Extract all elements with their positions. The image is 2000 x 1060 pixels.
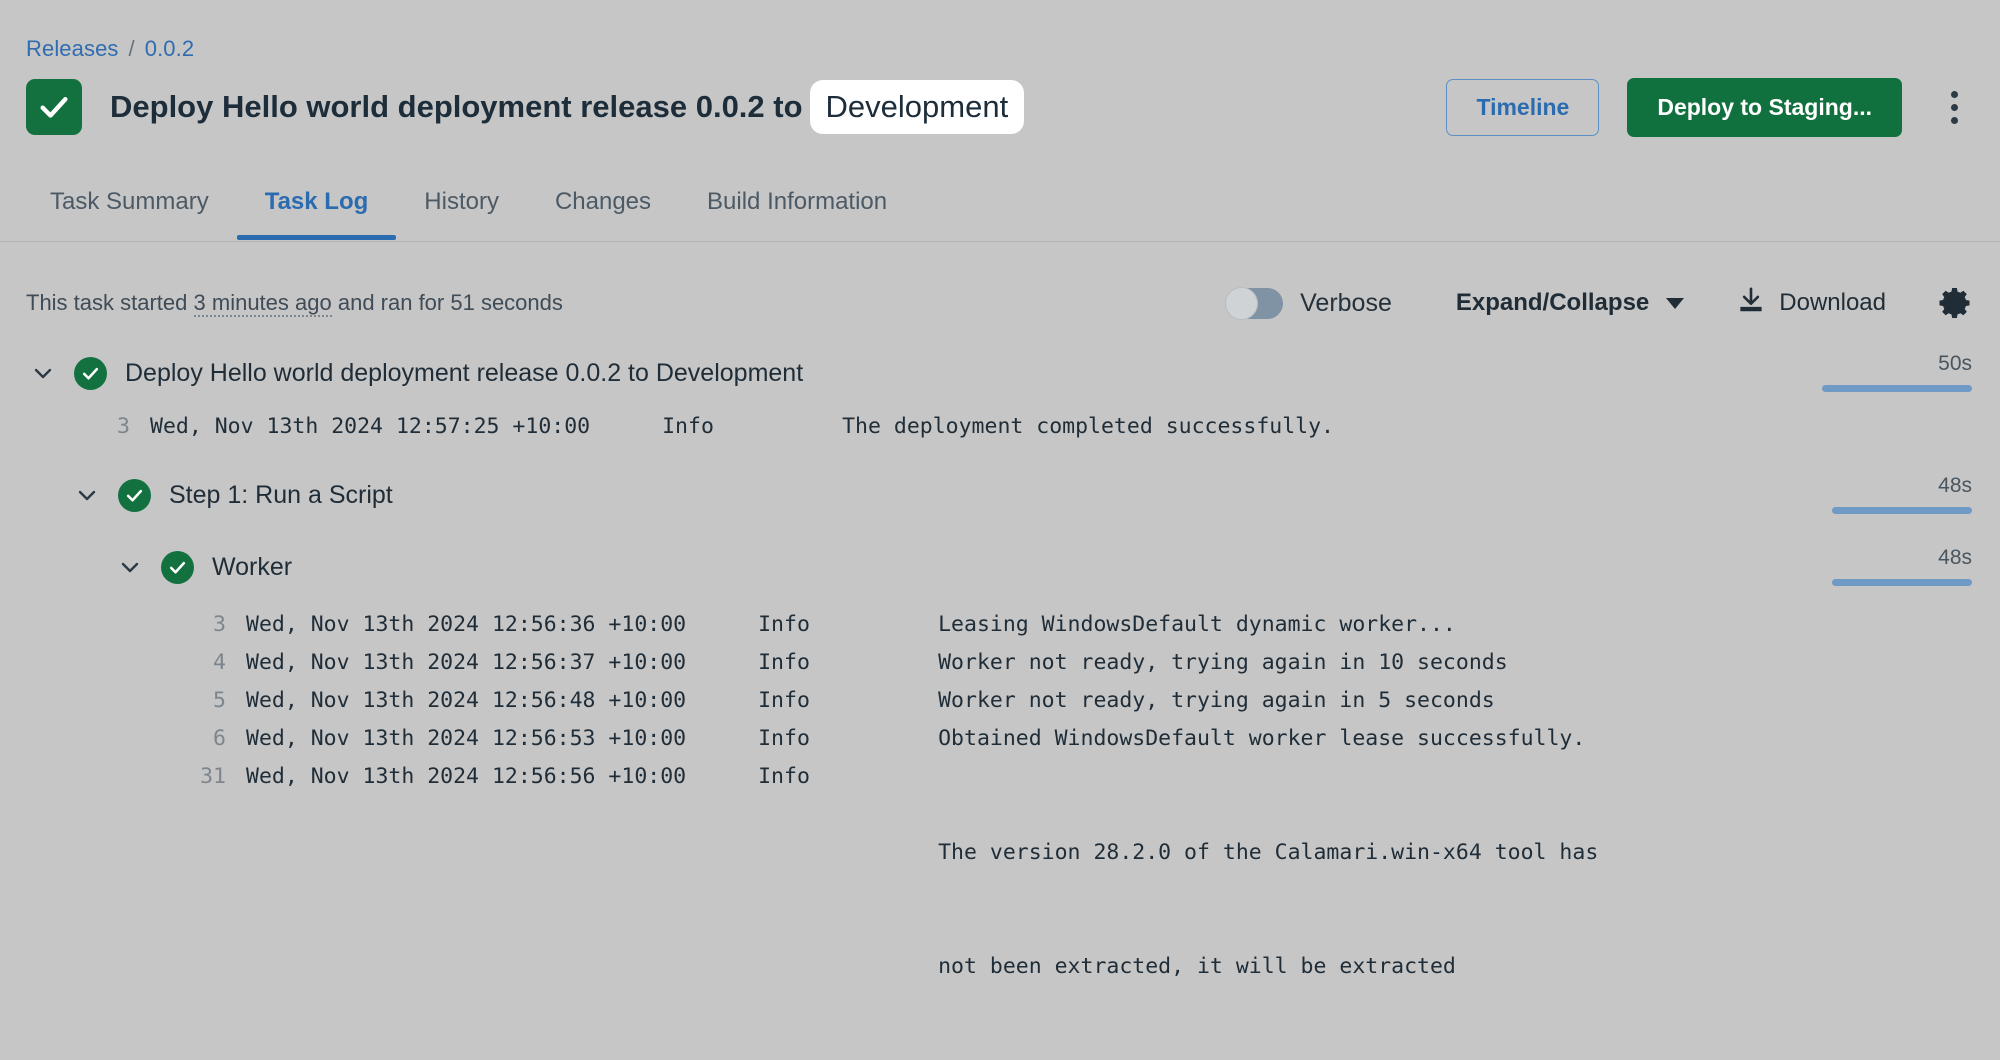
chevron-down-icon[interactable] [70,478,104,512]
log-line: 3 Wed, Nov 13th 2024 12:57:25 +10:00 Inf… [0,408,2000,446]
node-status-success-icon [118,478,151,512]
log-line-level: Info [662,414,714,439]
log-node-root-duration: 50s [1772,350,1972,392]
log-node-step-1-label: Step 1: Run a Script [169,480,393,509]
task-meta-prefix: This task started [26,290,188,315]
tab-bar: Task Summary Task Log History Changes Bu… [0,180,2000,242]
tab-history[interactable]: History [396,180,527,238]
log-node-root[interactable]: Deploy Hello world deployment release 0.… [0,350,2000,396]
log-line: 5 Wed, Nov 13th 2024 12:56:48 +10:00 Inf… [152,682,2000,720]
log-line-message-block: The version 28.2.0 of the Calamari.win-x… [938,758,1598,1060]
log-tree: Deploy Hello world deployment release 0.… [0,350,2000,1060]
log-line: 4 Wed, Nov 13th 2024 12:56:37 +10:00 Inf… [152,644,2000,682]
duration-bar [1822,385,1972,392]
verbose-toggle-knob [1225,286,1259,320]
log-line-level: Info [758,650,810,675]
expand-collapse-label: Expand/Collapse [1455,289,1650,316]
worker-log-lines: 3 Wed, Nov 13th 2024 12:56:36 +10:00 Inf… [0,606,2000,1060]
log-line-message: Worker not ready, trying again in 10 sec… [938,650,1508,675]
chevron-down-icon[interactable] [26,356,60,390]
log-line-number: 6 [213,726,226,751]
task-status-success-icon [26,79,82,135]
log-line-message: Obtained WindowsDefault worker lease suc… [938,726,1586,751]
verbose-toggle-group: Verbose [1225,286,1392,320]
breadcrumb-releases-link[interactable]: Releases [26,36,119,62]
tab-build-information[interactable]: Build Information [679,180,915,238]
log-line-number: 4 [213,650,226,675]
log-line-number: 5 [213,688,226,713]
duration-bar [1832,579,1972,586]
tab-task-summary[interactable]: Task Summary [22,180,237,238]
download-button[interactable]: Download [1736,285,1886,322]
log-toolbar-controls: Verbose Expand/Collapse Download [1225,285,1974,322]
task-meta-suffix: and ran for 51 seconds [337,290,563,315]
verbose-toggle[interactable] [1225,286,1284,320]
chevron-down-icon[interactable] [113,550,147,584]
timeline-button[interactable]: Timeline [1446,78,1600,136]
log-line-level: Info [758,612,810,637]
download-icon [1736,285,1766,322]
root-log-lines: 3 Wed, Nov 13th 2024 12:57:25 +10:00 Inf… [0,408,2000,446]
log-node-worker-label: Worker [212,552,293,581]
log-line-message: The version 28.2.0 of the Calamari.win-x… [938,840,1599,865]
page-header: Deploy Hello world deployment release 0.… [26,76,1976,138]
log-line-timestamp: Wed, Nov 13th 2024 12:56:56 +10:00 [246,764,687,789]
log-line-timestamp: Wed, Nov 13th 2024 12:56:37 +10:00 [246,650,687,675]
log-line-message: Worker not ready, trying again in 5 seco… [938,688,1495,713]
log-line-timestamp: Wed, Nov 13th 2024 12:56:48 +10:00 [246,688,687,713]
duration-label: 50s [1938,352,1972,375]
log-line-level: Info [758,726,810,751]
log-node-worker-duration: 48s [1772,544,1972,586]
log-line-level: Info [758,764,810,789]
task-started-relative[interactable]: 3 minutes ago [193,290,332,317]
log-line-message-cont-1: not been extracted, it will be extracted [938,954,1456,979]
task-log-page: Releases / 0.0.2 Deploy Hello world depl… [0,0,2000,1060]
log-node-root-label: Deploy Hello world deployment release 0.… [125,358,804,387]
log-line: 31 Wed, Nov 13th 2024 12:56:56 +10:00 In… [152,758,2000,1060]
kebab-menu-icon[interactable] [1936,83,1972,131]
page-title-environment-highlight: Development [809,80,1025,134]
log-toolbar: This task started 3 minutes ago and ran … [0,272,2000,334]
tab-task-log[interactable]: Task Log [236,180,397,240]
tab-changes[interactable]: Changes [527,180,679,238]
log-line: 3 Wed, Nov 13th 2024 12:56:36 +10:00 Inf… [152,606,2000,644]
download-label: Download [1779,289,1886,316]
expand-collapse-dropdown[interactable]: Expand/Collapse [1455,289,1685,317]
duration-bar [1832,507,1972,514]
chevron-down-icon [1666,297,1685,309]
page-title: Deploy Hello world deployment release 0.… [110,80,1025,134]
page-title-text: Deploy Hello world deployment release 0.… [110,89,803,124]
log-line: 6 Wed, Nov 13th 2024 12:56:53 +10:00 Inf… [152,720,2000,758]
verbose-label: Verbose [1300,288,1392,317]
deploy-to-staging-button[interactable]: Deploy to Staging... [1627,77,1902,137]
breadcrumb: Releases / 0.0.2 [26,36,194,62]
log-line-timestamp: Wed, Nov 13th 2024 12:56:53 +10:00 [246,726,687,751]
task-duration-summary: This task started 3 minutes ago and ran … [26,290,563,317]
header-actions: Timeline Deploy to Staging... [1446,77,1976,137]
breadcrumb-separator: / [128,36,135,61]
log-line-timestamp: Wed, Nov 13th 2024 12:56:36 +10:00 [246,612,687,637]
log-node-worker[interactable]: Worker 48s [0,544,2000,590]
log-node-step-1-duration: 48s [1772,472,1972,514]
log-line-number: 3 [117,414,130,439]
gear-icon[interactable] [1938,285,1974,321]
log-line-message: The deployment completed successfully. [842,414,1334,439]
log-line-timestamp: Wed, Nov 13th 2024 12:57:25 +10:00 [150,414,591,439]
log-line-number: 31 [200,764,226,789]
duration-label: 48s [1938,474,1972,497]
duration-label: 48s [1938,546,1972,569]
log-line-level: Info [758,688,810,713]
log-node-step-1[interactable]: Step 1: Run a Script 48s [0,472,2000,518]
node-status-success-icon [74,356,107,390]
log-line-message: Leasing WindowsDefault dynamic worker... [938,612,1456,637]
breadcrumb-release-version-link[interactable]: 0.0.2 [145,36,194,62]
log-line-number: 3 [213,612,226,637]
node-status-success-icon [161,550,194,584]
